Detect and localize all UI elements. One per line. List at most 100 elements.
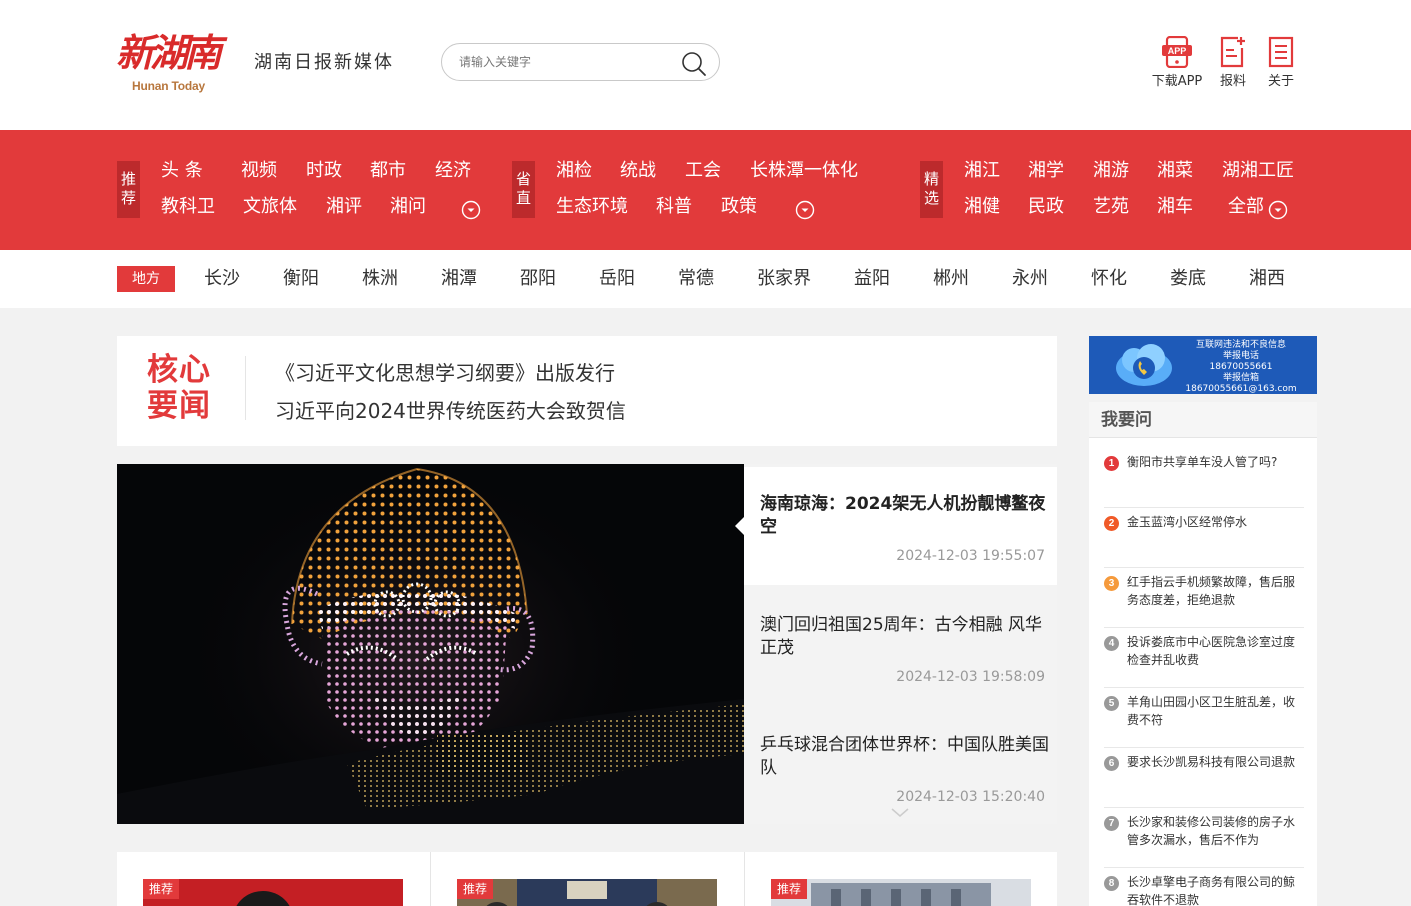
nav-link-tongzhan[interactable]: 统战 <box>620 159 656 183</box>
question-rank: 3 <box>1104 576 1119 591</box>
site-logo[interactable]: 新湖南 Hunan Today <box>116 28 232 98</box>
city-link[interactable]: 张家界 <box>757 267 811 291</box>
question-text: 要求长沙凯易科技有限公司退款 <box>1127 755 1296 769</box>
headline-time: 2024-12-03 19:58:09 <box>896 669 1045 685</box>
question-item[interactable]: 2 金玉蓝湾小区经常停水 <box>1104 508 1304 568</box>
report-line: 举报电话 <box>1222 351 1259 361</box>
city-link[interactable]: 郴州 <box>933 267 969 291</box>
divider <box>245 356 246 420</box>
nav-group-tag-shengzhi: 省直 <box>512 161 535 218</box>
question-item[interactable]: 5 羊角山田园小区卫生脏乱差，收费不符 <box>1104 688 1304 748</box>
nav-group-tag-tuijian: 推荐 <box>117 161 140 218</box>
core-news-link[interactable]: 习近平向2024世界传统医药大会致贺信 <box>275 397 626 425</box>
document-icon <box>1268 36 1294 68</box>
city-link[interactable]: 邵阳 <box>520 267 556 291</box>
city-link[interactable]: 衡阳 <box>283 267 319 291</box>
active-indicator <box>735 517 744 535</box>
city-link[interactable]: 湘西 <box>1249 267 1285 291</box>
expand-chevron-icon[interactable] <box>795 200 815 220</box>
report-edit-icon <box>1220 36 1245 68</box>
question-text: 投诉娄底市中心医院急诊室过度检查并乱收费 <box>1127 635 1296 667</box>
nav-link-minzheng[interactable]: 民政 <box>1028 195 1064 219</box>
headline-item[interactable]: 海南琼海：2024架无人机扮靓博鳌夜空 2024-12-03 19:55:07 <box>735 467 1057 585</box>
report-line: 18670055661@163.com <box>1185 384 1297 394</box>
question-item[interactable]: 4 投诉娄底市中心医院急诊室过度检查并乱收费 <box>1104 628 1304 688</box>
question-rank: 2 <box>1104 516 1119 531</box>
nav-link-xiangche[interactable]: 湘车 <box>1157 195 1193 219</box>
search-input[interactable] <box>459 52 669 72</box>
question-item[interactable]: 6 要求长沙凯易科技有限公司退款 <box>1104 748 1304 808</box>
about-label: 关于 <box>1267 74 1294 89</box>
report-button[interactable]: 报料 <box>1215 36 1251 89</box>
nav-link-quanbu[interactable]: 全部 <box>1228 195 1264 219</box>
nav-link-shipin[interactable]: 视频 <box>241 159 277 183</box>
recommend-badge: 推荐 <box>457 879 493 899</box>
nav-link-xiangjiang[interactable]: 湘江 <box>964 159 1000 183</box>
nav-link-xiangxue[interactable]: 湘学 <box>1028 159 1064 183</box>
nav-link-xiangjian[interactable]: 湘检 <box>556 159 592 183</box>
expand-chevron-icon[interactable] <box>461 200 481 220</box>
card-image[interactable]: 推荐 <box>143 879 403 906</box>
report-line: 18670055661 <box>1209 362 1273 372</box>
ask-panel: 我要问 1 衡阳市共享单车没人管了吗? 2 金玉蓝湾小区经常停水 3 红手指云手… <box>1089 402 1317 906</box>
ask-panel-header: 我要问 <box>1089 402 1317 438</box>
nav-link-changzhutan[interactable]: 长株潭一体化 <box>750 159 858 183</box>
question-text: 羊角山田园小区卫生脏乱差，收费不符 <box>1127 695 1296 727</box>
nav-link-wenlvti[interactable]: 文旅体 <box>243 195 297 219</box>
nav-link-gongjiang[interactable]: 湖湘工匠 <box>1222 159 1294 183</box>
city-link[interactable]: 长沙 <box>204 267 240 291</box>
question-item[interactable]: 8 长沙卓擎电子商务有限公司的鲸吞软件不退款 <box>1104 868 1304 906</box>
nav-link-shizheng[interactable]: 时政 <box>306 159 342 183</box>
city-link[interactable]: 岳阳 <box>599 267 635 291</box>
channel-nav: 推荐 头 条 视频 时政 都市 经济 教科卫 文旅体 湘评 湘问 省直 湘检 统… <box>0 130 1411 250</box>
card-image[interactable]: 推荐 <box>771 879 1031 906</box>
city-link[interactable]: 怀化 <box>1091 267 1127 291</box>
question-text: 金玉蓝湾小区经常停水 <box>1127 515 1248 529</box>
question-item[interactable]: 3 红手指云手机频繁故障，售后服务态度差，拒绝退款 <box>1104 568 1304 628</box>
nav-link-dushi[interactable]: 都市 <box>370 159 406 183</box>
nav-link-jingji[interactable]: 经济 <box>435 159 471 183</box>
nav-link-shengtai[interactable]: 生态环境 <box>556 195 628 219</box>
report-hotline-text: 互联网违法和不良信息 举报电话 18670055661 举报信箱 1867005… <box>1169 340 1313 394</box>
core-news-link[interactable]: 《习近平文化思想学习纲要》出版发行 <box>275 359 615 387</box>
recommended-cards: 推荐 推荐 推荐 <box>117 852 1057 906</box>
question-rank: 4 <box>1104 636 1119 651</box>
report-hotline-banner[interactable]: 互联网违法和不良信息 举报电话 18670055661 举报信箱 1867005… <box>1089 336 1317 394</box>
city-link[interactable]: 株洲 <box>362 267 398 291</box>
local-tag: 地方 <box>117 266 175 292</box>
headline-photo[interactable] <box>117 464 744 824</box>
city-link[interactable]: 湘潭 <box>441 267 477 291</box>
nav-link-xiangwen[interactable]: 湘问 <box>390 195 426 219</box>
about-button[interactable]: 关于 <box>1264 36 1298 89</box>
nav-link-xiangjian-health[interactable]: 湘健 <box>964 195 1000 219</box>
headline-item[interactable]: 澳门回归祖国25周年：古今相融 风华正茂 2024-12-03 19:58:09 <box>744 588 1057 706</box>
city-link[interactable]: 娄底 <box>1170 267 1206 291</box>
nav-link-kepu[interactable]: 科普 <box>656 195 692 219</box>
nav-link-jiaokewei[interactable]: 教科卫 <box>161 195 215 219</box>
site-header: 新湖南 Hunan Today 湖南日报新媒体 APP 下载APP 报料 <box>0 0 1411 130</box>
city-link[interactable]: 益阳 <box>854 267 890 291</box>
nav-link-gonghui[interactable]: 工会 <box>685 159 721 183</box>
download-app-button[interactable]: APP 下载APP <box>1146 36 1208 89</box>
headline-title: 澳门回归祖国25周年：古今相融 风华正茂 <box>760 615 1043 658</box>
nav-link-xiangyou[interactable]: 湘游 <box>1093 159 1129 183</box>
nav-link-xiangping[interactable]: 湘评 <box>326 195 362 219</box>
question-text: 长沙家和装修公司装修的房子水管多次漏水，售后不作为 <box>1127 815 1296 847</box>
nav-link-toutiao[interactable]: 头 条 <box>161 159 203 183</box>
ask-panel-title: 我要问 <box>1101 410 1152 430</box>
download-app-label: 下载APP <box>1151 74 1203 89</box>
city-link[interactable]: 永州 <box>1012 267 1048 291</box>
search-icon[interactable] <box>681 51 707 77</box>
city-link[interactable]: 常德 <box>678 267 714 291</box>
chevron-down-icon[interactable] <box>890 807 910 819</box>
nav-link-xiangcai[interactable]: 湘菜 <box>1157 159 1193 183</box>
question-item[interactable]: 7 长沙家和装修公司装修的房子水管多次漏水，售后不作为 <box>1104 808 1304 868</box>
question-rank: 1 <box>1104 456 1119 471</box>
question-item[interactable]: 1 衡阳市共享单车没人管了吗? <box>1104 448 1304 508</box>
nav-link-yiyuan[interactable]: 艺苑 <box>1093 195 1129 219</box>
recommend-badge: 推荐 <box>143 879 179 899</box>
expand-chevron-icon[interactable] <box>1268 200 1288 220</box>
nav-link-zhengce[interactable]: 政策 <box>721 195 757 219</box>
headline-title: 海南琼海：2024架无人机扮靓博鳌夜空 <box>760 494 1046 537</box>
card-image[interactable]: 推荐 <box>457 879 717 906</box>
